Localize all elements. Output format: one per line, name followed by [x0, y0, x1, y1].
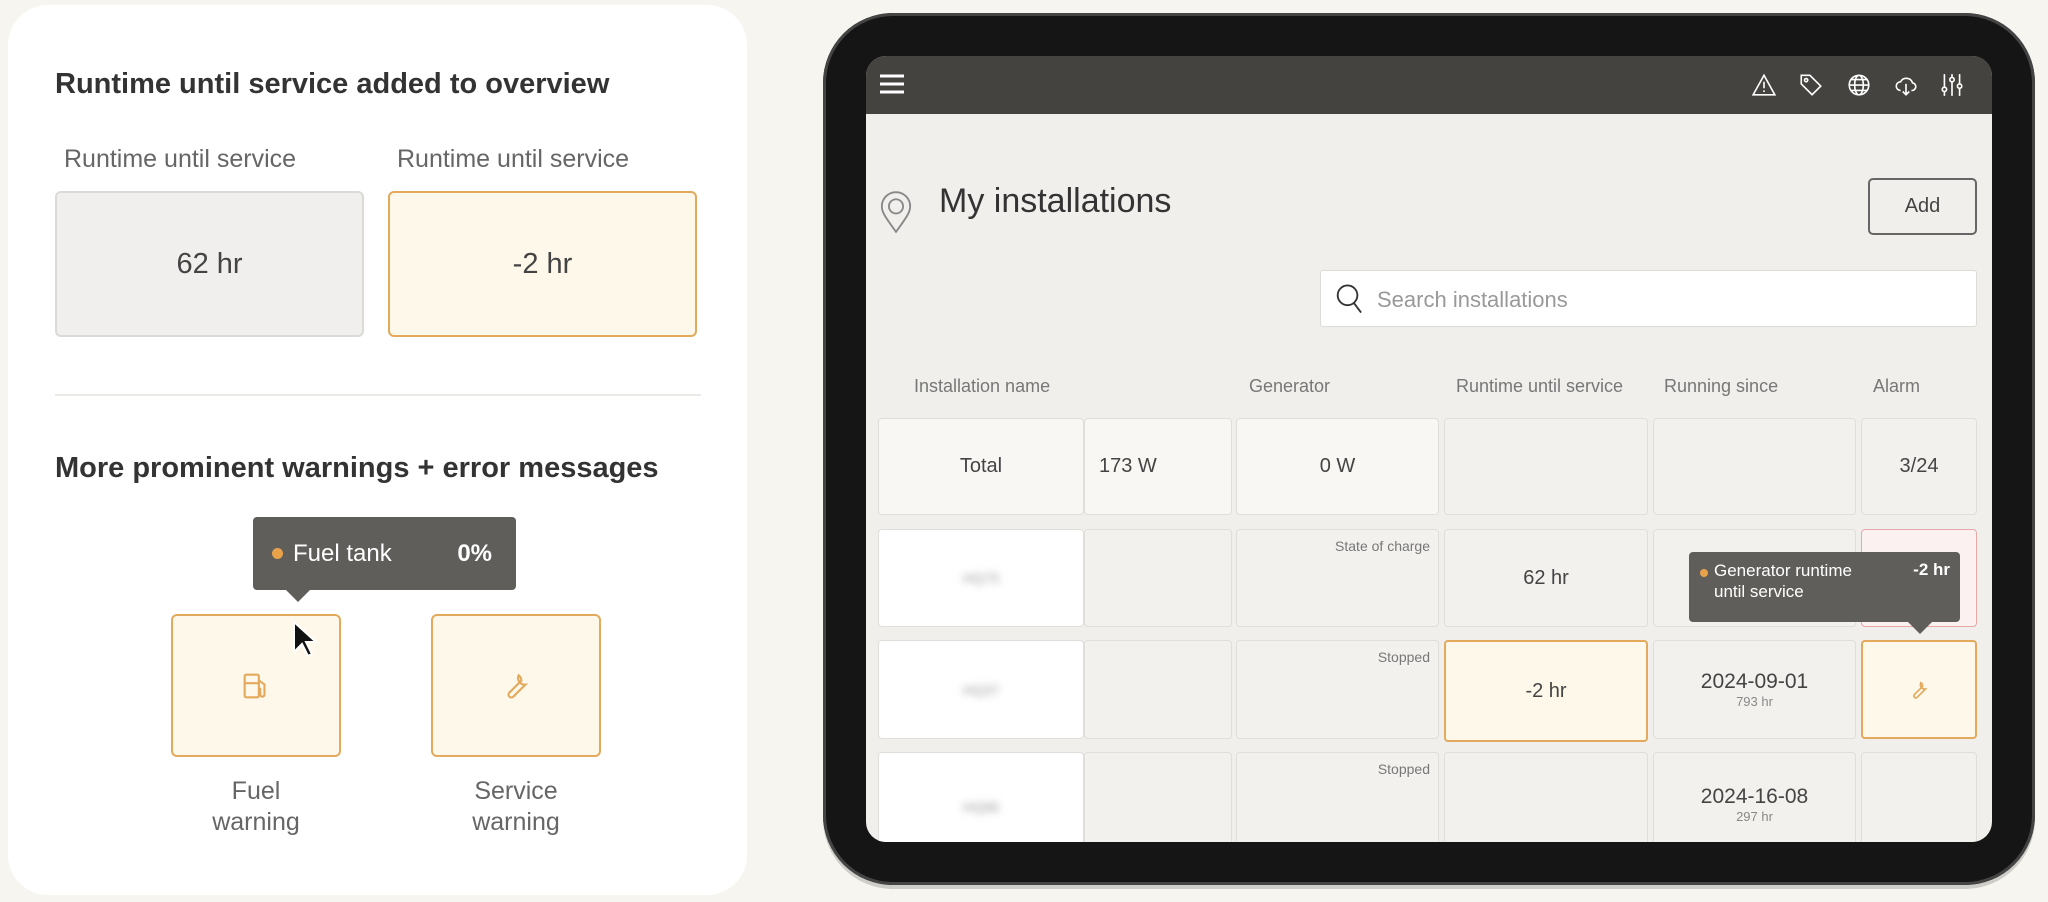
since-hours: 793 hr	[1736, 694, 1773, 709]
total-generator: 0 W	[1236, 418, 1439, 515]
search-placeholder: Search installations	[1377, 287, 1568, 312]
status-dot	[272, 548, 283, 559]
generator-cell: Stopped	[1236, 640, 1439, 739]
location-pin-icon	[880, 191, 912, 234]
since-cell: 2024-16-08 297 hr	[1653, 752, 1856, 842]
total-since	[1653, 418, 1856, 515]
alarm-cell-service[interactable]	[1861, 640, 1977, 739]
tablet-screen: My installations Add Search installation…	[866, 56, 1992, 842]
tooltip-value: -2 hr	[1913, 560, 1950, 579]
power-cell	[1084, 752, 1232, 842]
runtime-cell: 62 hr	[1444, 529, 1648, 627]
total-alarm: 3/24	[1861, 418, 1977, 515]
total-label: Total	[878, 418, 1084, 515]
since-hours: 297 hr	[1736, 809, 1773, 824]
column-header-running-since[interactable]: Running since	[1664, 376, 1778, 397]
runtime-card-warning: -2 hr	[388, 191, 697, 337]
generator-status: Stopped	[1377, 649, 1430, 665]
warning-icon[interactable]	[1751, 72, 1777, 98]
alarm-cell[interactable]	[1861, 752, 1977, 842]
generator-cell: Stopped	[1236, 752, 1439, 842]
runtime-cell	[1444, 752, 1648, 842]
installation-name: HQ37	[962, 681, 1000, 698]
tag-icon[interactable]	[1798, 72, 1824, 98]
installation-name: HQ75	[962, 570, 1000, 586]
cursor-icon	[293, 620, 318, 658]
menu-icon[interactable]	[880, 74, 904, 94]
add-button[interactable]: Add	[1868, 178, 1977, 235]
cloud-download-icon[interactable]	[1893, 72, 1919, 98]
service-warning-tile[interactable]	[431, 614, 601, 757]
divider	[55, 394, 701, 396]
wrench-icon	[507, 673, 529, 699]
status-dot	[1700, 569, 1708, 577]
total-runtime	[1444, 418, 1648, 515]
column-header-name[interactable]: Installation name	[914, 376, 1050, 397]
service-warning-label: Service warning	[472, 777, 560, 836]
table-row[interactable]: HQ37	[878, 640, 1084, 739]
table-row[interactable]: HQ75	[878, 529, 1084, 627]
section-title-runtime: Runtime until service added to overview	[55, 68, 610, 100]
power-cell	[1084, 640, 1232, 739]
app-header	[866, 56, 1992, 114]
card-label: Runtime until service	[64, 145, 297, 173]
runtime-cell-warning: -2 hr	[1444, 640, 1648, 742]
tooltip-value: 0%	[457, 540, 492, 567]
tooltip-label: Generator runtime until service	[1714, 561, 1852, 601]
page-title: My installations	[939, 182, 1172, 220]
runtime-tooltip: Generator runtime until service -2 hr	[1689, 552, 1960, 634]
sliders-icon[interactable]	[1939, 72, 1965, 98]
search-icon	[1336, 284, 1362, 314]
table-row[interactable]: HQ86	[878, 752, 1084, 842]
total-power: 173 W	[1084, 418, 1232, 515]
section-title-warnings: More prominent warnings + error messages	[55, 452, 659, 484]
card-label: Runtime until service	[397, 145, 630, 173]
runtime-card-normal: 62 hr	[55, 191, 364, 337]
since-date: 2024-16-08	[1700, 785, 1809, 808]
generator-status: State of charge	[1335, 538, 1430, 554]
since-date: 2024-09-01	[1700, 670, 1809, 693]
fuel-pump-icon	[243, 673, 266, 698]
left-panel	[8, 5, 747, 895]
tooltip-label: Fuel tank	[293, 540, 392, 567]
search-input[interactable]: Search installations	[1320, 270, 1977, 327]
installation-name: HQ86	[962, 799, 1000, 815]
power-cell	[1084, 529, 1232, 627]
generator-status: Stopped	[1377, 761, 1430, 777]
generator-cell: State of charge	[1236, 529, 1439, 627]
column-header-runtime[interactable]: Runtime until service	[1456, 376, 1623, 397]
globe-icon[interactable]	[1846, 72, 1872, 98]
fuel-tooltip: Fuel tank 0%	[253, 517, 516, 602]
since-cell: 2024-09-01 793 hr	[1653, 640, 1856, 739]
fuel-warning-label: Fuel warning	[212, 777, 300, 836]
column-header-alarm[interactable]: Alarm	[1873, 376, 1920, 397]
column-header-generator[interactable]: Generator	[1249, 376, 1330, 397]
wrench-icon	[1913, 680, 1928, 699]
